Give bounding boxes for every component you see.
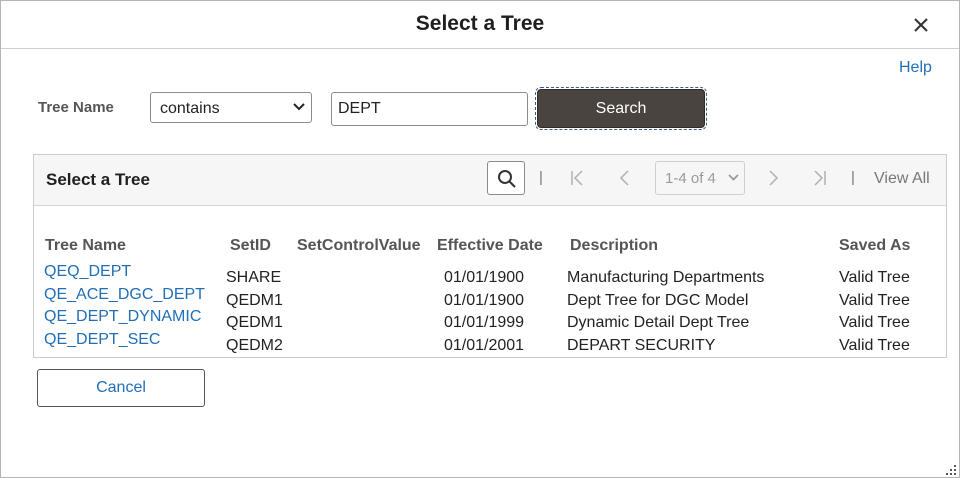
close-button[interactable] — [910, 14, 932, 36]
toolbar-separator: | — [851, 169, 855, 186]
effective-date-cell: 01/01/1999 — [444, 314, 525, 331]
search-button[interactable]: Search — [535, 87, 707, 130]
view-all-link[interactable]: View All — [874, 170, 930, 188]
description-cell: Manufacturing Departments — [567, 269, 765, 286]
saved-as-cell: Valid Tree — [839, 269, 910, 286]
tree-name-label: Tree Name — [38, 99, 114, 116]
grid-header: Select a Tree | 1-4 of 4 | View All — [34, 155, 946, 206]
close-icon — [914, 18, 928, 32]
help-link[interactable]: Help — [899, 59, 932, 77]
grid-title: Select a Tree — [46, 170, 150, 189]
tree-name-link[interactable]: QEQ_DEPT — [44, 263, 131, 281]
select-tree-dialog: Select a Tree Help Tree Name contains Se… — [0, 0, 960, 478]
tree-name-link[interactable]: QE_DEPT_DYNAMIC — [44, 308, 201, 326]
resize-grip-icon[interactable] — [943, 462, 957, 476]
operator-select[interactable]: contains — [150, 92, 312, 123]
tree-results-grid: Select a Tree | 1-4 of 4 | View All Tree… — [33, 154, 947, 358]
setid-cell: QEDM2 — [226, 337, 283, 354]
tree-name-link[interactable]: QE_DEPT_SEC — [44, 331, 160, 349]
saved-as-cell: Valid Tree — [839, 314, 910, 331]
tree-name-search-input[interactable] — [331, 92, 528, 126]
setid-cell: SHARE — [226, 269, 282, 286]
dialog-titlebar: Select a Tree — [1, 1, 959, 49]
description-cell: Dynamic Detail Dept Tree — [567, 314, 750, 331]
effective-date-cell: 01/01/2001 — [444, 337, 525, 354]
saved-as-cell: Valid Tree — [839, 337, 910, 354]
setid-cell: QEDM1 — [226, 314, 283, 331]
setid-cell: QEDM1 — [226, 292, 283, 309]
page-range-select[interactable]: 1-4 of 4 — [655, 161, 745, 195]
description-cell: DEPART SECURITY — [567, 337, 716, 354]
effective-date-cell: 01/01/1900 — [444, 269, 525, 286]
column-header-description: Description — [570, 237, 659, 254]
search-icon — [498, 170, 516, 188]
operator-select-value: contains — [160, 100, 220, 117]
column-header-tree-name: Tree Name — [45, 237, 126, 254]
column-header-effective-date: Effective Date — [437, 237, 543, 254]
tree-name-link[interactable]: QE_ACE_DGC_DEPT — [44, 286, 205, 304]
dialog-title: Select a Tree — [415, 12, 545, 35]
grid-search-button[interactable] — [487, 161, 525, 195]
chevron-down-icon — [728, 174, 739, 181]
column-header-saved-as: Saved As — [839, 237, 911, 254]
page-range-value: 1-4 of 4 — [665, 170, 716, 187]
last-page-icon[interactable] — [810, 169, 828, 187]
effective-date-cell: 01/01/1900 — [444, 292, 525, 309]
description-cell: Dept Tree for DGC Model — [567, 292, 749, 309]
cancel-button[interactable]: Cancel — [37, 369, 205, 407]
toolbar-separator: | — [539, 169, 543, 186]
column-header-setcontrolvalue: SetControlValue — [297, 237, 421, 254]
saved-as-cell: Valid Tree — [839, 292, 910, 309]
first-page-icon[interactable] — [569, 169, 587, 187]
next-page-icon[interactable] — [764, 169, 782, 187]
previous-page-icon[interactable] — [616, 169, 634, 187]
column-header-setid: SetID — [230, 237, 271, 254]
chevron-down-icon — [293, 103, 305, 111]
